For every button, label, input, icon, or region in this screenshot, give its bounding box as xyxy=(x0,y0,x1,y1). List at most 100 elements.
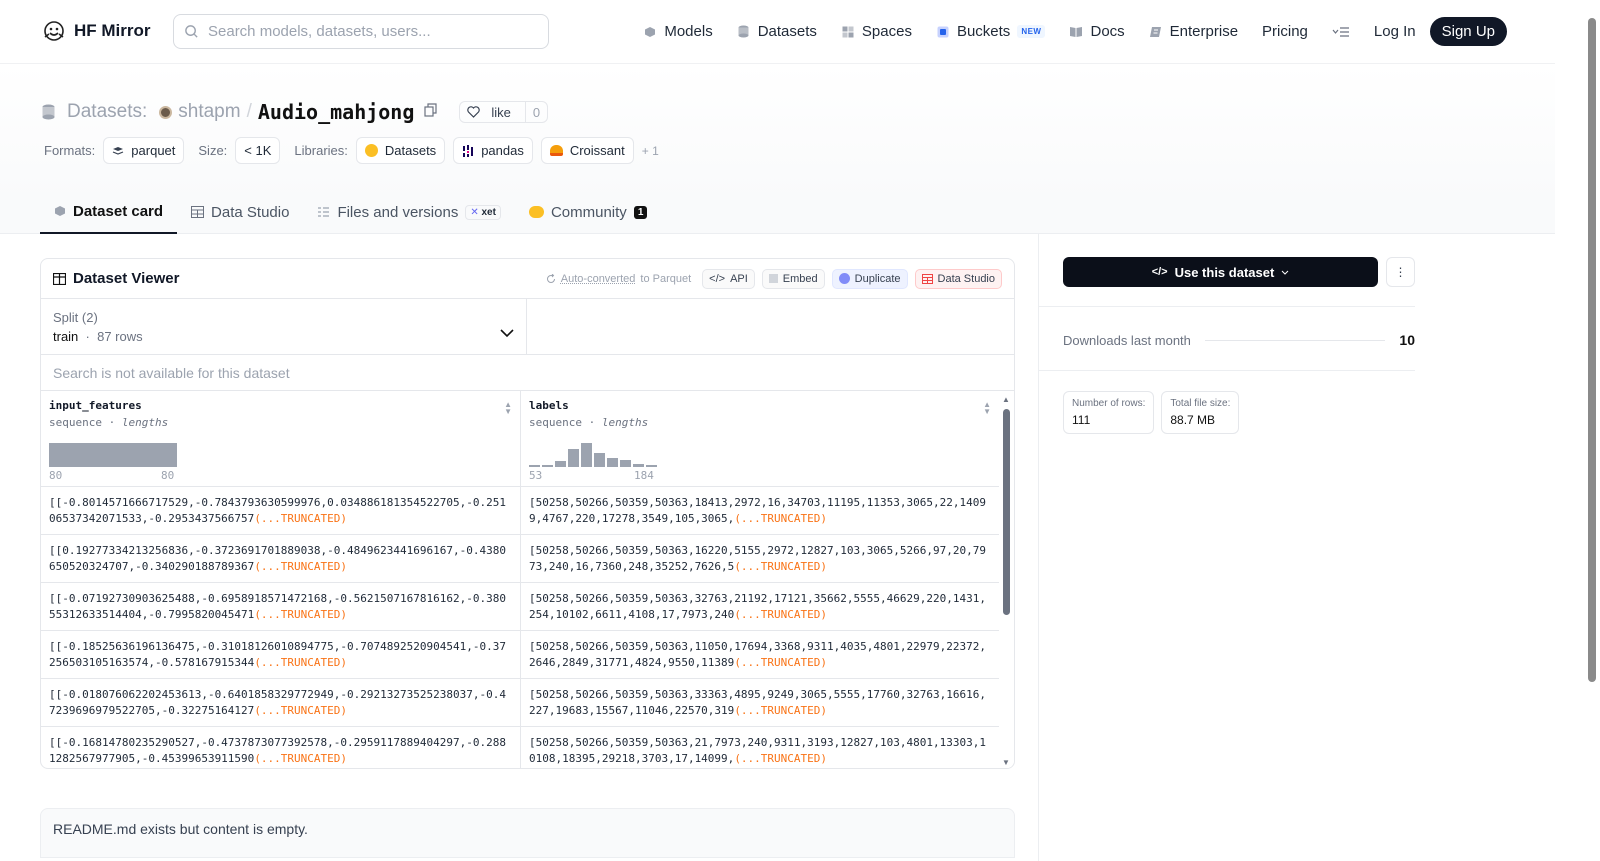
like-button[interactable]: like 0 xyxy=(459,101,549,123)
page-scrollbar[interactable] xyxy=(1585,0,1600,861)
signup-button[interactable]: Sign Up xyxy=(1429,17,1507,46)
api-button[interactable]: </> API xyxy=(702,268,755,289)
auto-converted-link[interactable]: Auto-converted xyxy=(561,273,636,285)
library-chip-datasets[interactable]: Datasets xyxy=(355,137,446,164)
viewer-header: Dataset Viewer Auto-converted to Parquet… xyxy=(41,259,1014,299)
login-link[interactable]: Log In xyxy=(1374,23,1416,40)
table-row[interactable]: [[-0.18525636196136475,-0.31018126010894… xyxy=(41,631,1014,679)
split-selector[interactable]: Split (2) train · 87 rows xyxy=(41,299,527,354)
table-row[interactable]: [[-0.07192730903625488,-0.69589185714721… xyxy=(41,583,1014,631)
histogram-bar[interactable] xyxy=(633,464,644,467)
table-cell[interactable]: [[-0.07192730903625488,-0.69589185714721… xyxy=(41,583,520,630)
library-chip-pandas[interactable]: pandas xyxy=(453,137,533,164)
page-scrollbar-thumb[interactable] xyxy=(1588,18,1596,682)
truncated-marker: (...TRUNCATED) xyxy=(254,752,348,765)
data-studio-button[interactable]: Data Studio xyxy=(914,268,1002,289)
scroll-down-icon[interactable]: ▼ xyxy=(1002,758,1010,767)
table-icon xyxy=(53,272,66,285)
format-chip-parquet[interactable]: parquet xyxy=(103,137,185,164)
histogram xyxy=(49,439,177,467)
docs-icon xyxy=(1069,25,1083,39)
xet-badge: ✕ xet xyxy=(465,204,501,220)
column-header-input-features[interactable]: input_features sequence · lengths ▲ ▼ 80 … xyxy=(41,391,520,486)
histogram-bar[interactable] xyxy=(646,465,657,467)
table-row[interactable]: [[-0.018076062202453613,-0.6401858329772… xyxy=(41,679,1014,727)
nav-links: Models Datasets Spaces Buckets NEW Docs … xyxy=(619,17,1507,46)
table-cell[interactable]: [[-0.18525636196136475,-0.31018126010894… xyxy=(41,631,520,678)
table-cell[interactable]: [[-0.8014571666717529,-0.784379363059997… xyxy=(41,487,520,534)
nav-buckets[interactable]: Buckets NEW xyxy=(936,23,1046,40)
histogram-bar[interactable] xyxy=(529,465,540,467)
viewer-search-unavailable: Search is not available for this dataset xyxy=(41,355,1014,391)
size-value: < 1K xyxy=(244,143,272,158)
table-cell[interactable]: [50258,50266,50359,50363,21,7973,240,931… xyxy=(520,727,999,768)
table-row[interactable]: [[-0.8014571666717529,-0.784379363059997… xyxy=(41,487,1014,535)
histogram-bar[interactable] xyxy=(594,453,605,467)
histogram-bar[interactable] xyxy=(568,449,579,467)
library-label: Croissant xyxy=(569,143,625,158)
table-cell[interactable]: [50258,50266,50359,50363,32763,21192,171… xyxy=(520,583,999,630)
histogram-bar[interactable] xyxy=(555,461,566,467)
tab-dataset-card[interactable]: Dataset card xyxy=(40,190,178,234)
column-type: sequence · lengths xyxy=(49,416,169,429)
table-cell[interactable]: [50258,50266,50359,50363,11050,17694,336… xyxy=(520,631,999,678)
nav-spaces[interactable]: Spaces xyxy=(841,23,912,40)
histogram-bar[interactable] xyxy=(581,443,592,467)
size-chip[interactable]: < 1K xyxy=(235,137,281,164)
nav-datasets[interactable]: Datasets xyxy=(737,23,817,40)
api-label: API xyxy=(730,272,748,285)
more-libraries[interactable]: + 1 xyxy=(642,144,659,158)
table-cell[interactable]: [[-0.018076062202453613,-0.6401858329772… xyxy=(41,679,520,726)
table-scrollbar[interactable]: ▲ ▼ xyxy=(999,393,1014,768)
repo-owner-link[interactable]: shtapm xyxy=(178,101,240,123)
sort-icon[interactable]: ▲ ▼ xyxy=(504,401,512,416)
repo-name[interactable]: Audio_mahjong xyxy=(258,100,415,124)
split-row: Split (2) train · 87 rows xyxy=(41,299,1014,355)
embed-button[interactable]: Embed xyxy=(761,268,825,289)
use-this-dataset-button[interactable]: </> Use this dataset xyxy=(1063,257,1378,287)
table-icon xyxy=(191,206,205,218)
truncated-marker: (...TRUNCATED) xyxy=(254,512,348,525)
rows-stat: Number of rows: 111 xyxy=(1063,391,1155,434)
table-cell[interactable]: [50258,50266,50359,50363,33363,4895,9249… xyxy=(520,679,999,726)
histogram-bar[interactable] xyxy=(49,443,177,467)
column-header-labels[interactable]: labels sequence · lengths ▲ ▼ 53 184 xyxy=(520,391,999,486)
more-menu-button[interactable] xyxy=(1332,26,1350,38)
tab-data-studio[interactable]: Data Studio xyxy=(177,190,303,234)
copy-icon[interactable] xyxy=(424,101,438,123)
scrollbar-thumb[interactable] xyxy=(1003,409,1010,615)
global-search-input[interactable]: Search models, datasets, users... xyxy=(173,14,549,49)
nav-pricing-label: Pricing xyxy=(1262,23,1308,40)
sort-icon[interactable]: ▲ ▼ xyxy=(983,401,991,416)
nav-pricing[interactable]: Pricing xyxy=(1262,23,1308,40)
library-chip-croissant[interactable]: Croissant xyxy=(540,137,634,164)
split-value: train xyxy=(53,329,79,344)
table-cell[interactable]: [[0.19277334213256836,-0.372369170188903… xyxy=(41,535,520,582)
nav-docs[interactable]: Docs xyxy=(1069,23,1125,40)
pandas-icon xyxy=(463,144,474,157)
nav-enterprise[interactable]: Enterprise xyxy=(1149,23,1238,40)
scroll-up-icon[interactable]: ▲ xyxy=(1002,395,1010,404)
table-cell[interactable]: [50258,50266,50359,50363,16220,5155,2972… xyxy=(520,535,999,582)
table-row[interactable]: [[-0.16814780235290527,-0.47378730773925… xyxy=(41,727,1014,768)
brand-logo[interactable]: HF Mirror xyxy=(42,19,151,43)
downloads-stat: Downloads last month 10 xyxy=(1063,332,1415,348)
buckets-icon xyxy=(936,25,950,39)
histogram-bar[interactable] xyxy=(542,465,553,467)
histogram-bar[interactable] xyxy=(607,458,618,467)
histogram-bar[interactable] xyxy=(620,460,631,467)
table-cell[interactable]: [[-0.16814780235290527,-0.47378730773925… xyxy=(41,727,520,768)
owner-avatar[interactable] xyxy=(159,105,173,119)
community-icon xyxy=(528,206,544,218)
rows-value: 111 xyxy=(1072,413,1091,427)
nav-models[interactable]: Models xyxy=(643,23,713,40)
tab-files-and-versions[interactable]: Files and versions ✕ xet xyxy=(303,190,515,234)
histogram-max: 80 xyxy=(161,469,175,482)
tab-community[interactable]: Community 1 xyxy=(515,190,661,234)
table-row[interactable]: [[0.19277334213256836,-0.372369170188903… xyxy=(41,535,1014,583)
duplicate-button[interactable]: Duplicate xyxy=(831,268,908,289)
more-menu-icon xyxy=(1332,26,1349,37)
brand-logo-icon xyxy=(44,21,64,41)
table-cell[interactable]: [50258,50266,50359,50363,18413,2972,16,3… xyxy=(520,487,999,534)
more-options-button[interactable]: ⋮ xyxy=(1386,257,1415,287)
